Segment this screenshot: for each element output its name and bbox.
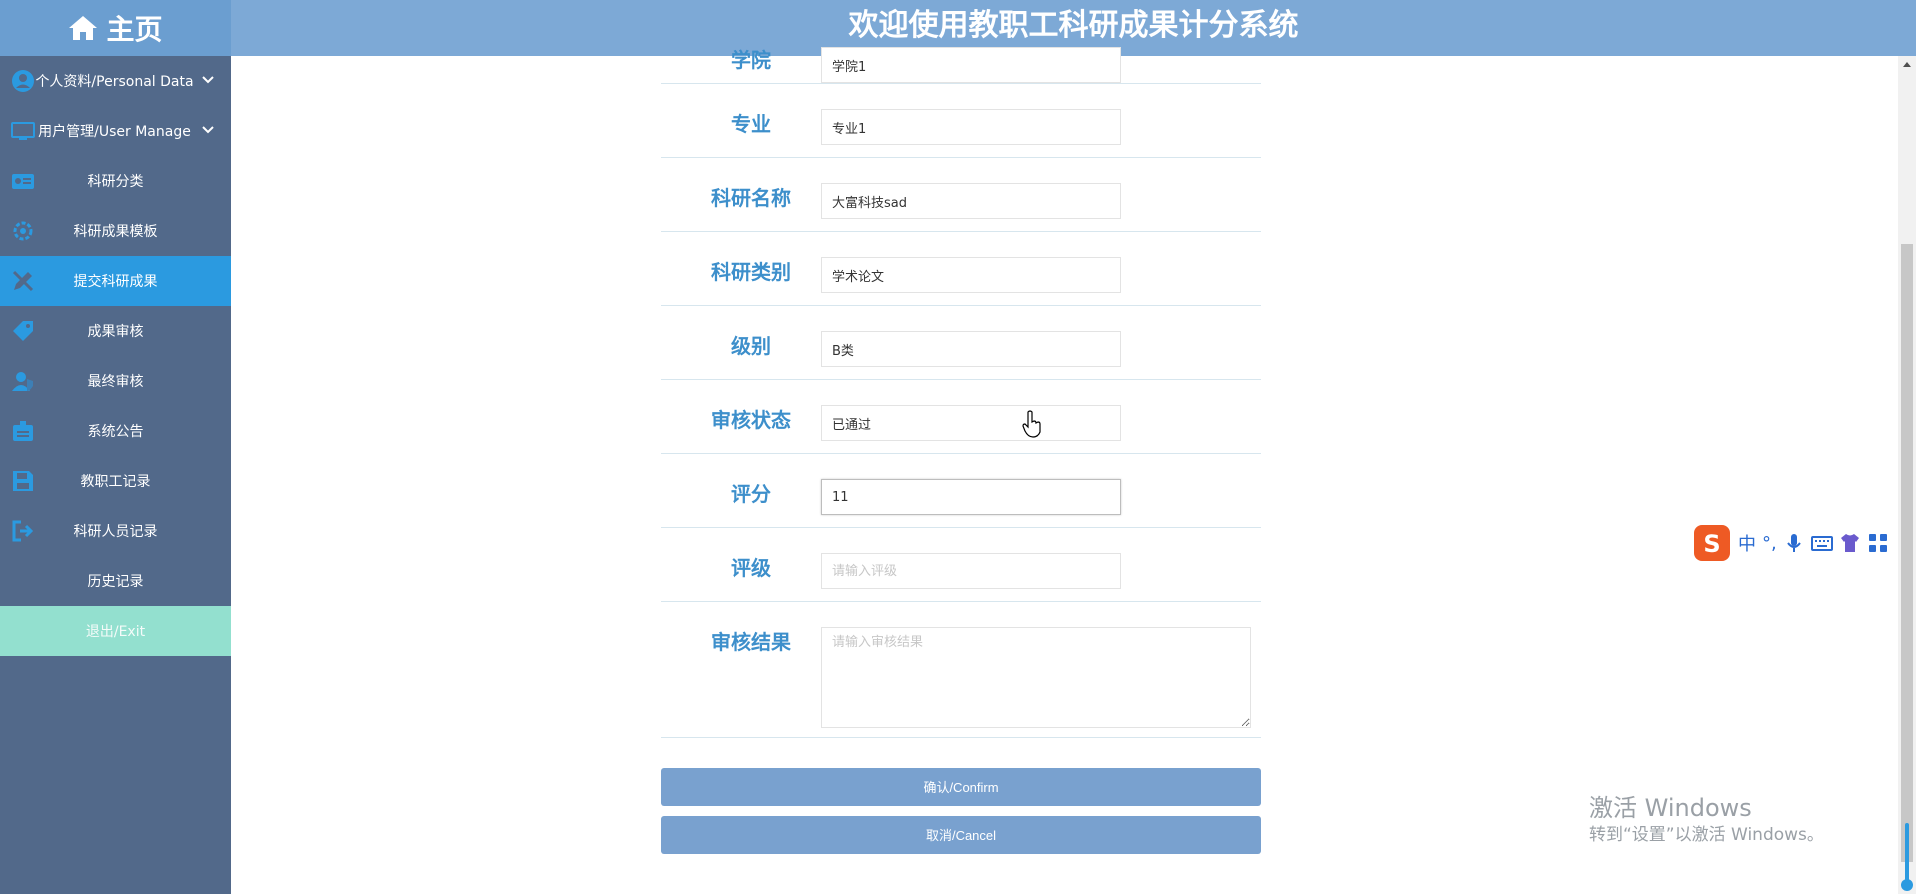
gear-icon: [13, 221, 33, 241]
form-row-review-result: 审核结果: [661, 602, 1261, 738]
ime-toolbar[interactable]: S 中 °,: [1692, 523, 1916, 563]
sidebar-item-submit-research[interactable]: 提交科研成果: [0, 256, 231, 306]
page-scrollbar[interactable]: [1898, 56, 1916, 894]
field-label: 级别: [731, 334, 771, 358]
scroll-up-arrow-icon[interactable]: [1898, 56, 1916, 74]
keyboard-icon[interactable]: [1810, 532, 1833, 554]
home-icon: [69, 16, 98, 40]
sidebar-item-label: 科研人员记录: [73, 524, 158, 540]
pencil-ruler-icon: [12, 270, 34, 292]
home-link[interactable]: 主页: [0, 0, 231, 56]
sogou-logo-icon[interactable]: S: [1692, 523, 1732, 563]
research-name-input[interactable]: [821, 183, 1121, 219]
user-shield-icon: [12, 372, 33, 391]
form-row-research-type: 科研类别: [661, 232, 1261, 306]
sidebar-item-label: 成果审核: [87, 324, 144, 340]
microphone-icon[interactable]: [1783, 532, 1805, 554]
form-row-research-name: 科研名称: [661, 158, 1261, 232]
sidebar-item-personal-data[interactable]: 个人资料/Personal Data: [0, 56, 231, 106]
college-input[interactable]: [821, 47, 1121, 83]
tags-icon: [13, 321, 33, 341]
sidebar-item-final-review[interactable]: 最终审核: [0, 356, 231, 406]
rating-input[interactable]: [821, 553, 1121, 589]
field-label: 审核状态: [711, 408, 791, 432]
watermark-line-1: 激活 Windows: [1589, 794, 1752, 822]
sidebar-item-result-review[interactable]: 成果审核: [0, 306, 231, 356]
skin-shirt-icon[interactable]: [1839, 532, 1861, 554]
sidebar-item-announcement[interactable]: 系统公告: [0, 406, 231, 456]
thermometer-icon: [1901, 823, 1913, 891]
field-label: 科研名称: [711, 186, 791, 210]
id-card-icon: [12, 174, 34, 189]
scroll-thumb[interactable]: [1901, 244, 1913, 862]
major-input[interactable]: [821, 109, 1121, 145]
sidebar-item-label: 科研分类: [87, 174, 144, 190]
sidebar-item-exit[interactable]: 退出/Exit: [0, 606, 231, 656]
field-label: 专业: [731, 112, 771, 136]
ime-mode-toggle[interactable]: 中: [1738, 530, 1756, 556]
form-row-review-status: 审核状态: [661, 380, 1261, 454]
ime-punctuation-toggle[interactable]: °,: [1762, 533, 1777, 554]
sidebar-item-history[interactable]: 历史记录: [0, 556, 231, 606]
confirm-button[interactable]: 确认/Confirm: [661, 768, 1261, 806]
sidebar-item-research-category[interactable]: 科研分类: [0, 156, 231, 206]
sidebar-item-label: 个人资料/Personal Data: [35, 74, 194, 90]
sidebar-item-label: 最终审核: [87, 374, 144, 390]
sidebar-item-researcher-record[interactable]: 科研人员记录: [0, 506, 231, 556]
windows-activation-watermark: 激活 Windows 转到“设置”以激活 Windows。: [1589, 793, 1824, 847]
sidebar-item-label: 科研成果模板: [73, 224, 158, 240]
chevron-down-icon: [202, 76, 214, 84]
cancel-button[interactable]: 取消/Cancel: [661, 816, 1261, 854]
sidebar-item-label: 提交科研成果: [73, 274, 158, 290]
field-label: 评级: [731, 556, 771, 580]
field-label: 审核结果: [711, 630, 791, 654]
review-result-textarea[interactable]: [821, 627, 1251, 728]
sidebar: 个人资料/Personal Data 用户管理/User Manage 科研分类…: [0, 56, 231, 894]
field-label: 科研类别: [711, 260, 791, 284]
sidebar-item-research-template[interactable]: 科研成果模板: [0, 206, 231, 256]
form-row-rating: 评级: [661, 528, 1261, 602]
monitor-icon: [11, 122, 35, 140]
sidebar-item-label: 系统公告: [87, 424, 144, 440]
field-label: 学院: [731, 48, 771, 72]
sign-out-icon: [12, 520, 34, 542]
sidebar-item-label: 退出/Exit: [85, 624, 146, 640]
sidebar-item-label: 用户管理/User Manage: [38, 124, 191, 140]
save-icon: [13, 471, 33, 491]
sidebar-item-label: 教职工记录: [80, 474, 151, 490]
form-row-level: 级别: [661, 306, 1261, 380]
watermark-line-2: 转到“设置”以激活 Windows。: [1589, 825, 1824, 845]
score-input[interactable]: [821, 479, 1121, 515]
chevron-down-icon: [202, 126, 214, 134]
form-row-score: 评分: [661, 454, 1261, 528]
sidebar-item-label: 历史记录: [87, 574, 144, 590]
id-badge-icon: [13, 421, 33, 441]
sidebar-item-user-manage[interactable]: 用户管理/User Manage: [0, 106, 231, 156]
review-status-input[interactable]: [821, 405, 1121, 441]
form-row-major: 专业: [661, 84, 1261, 158]
toolbox-grid-icon[interactable]: [1867, 532, 1889, 554]
sidebar-item-staff-record[interactable]: 教职工记录: [0, 456, 231, 506]
research-type-input[interactable]: [821, 257, 1121, 293]
field-label: 评分: [731, 482, 771, 506]
user-circle-icon: [12, 70, 34, 92]
home-label: 主页: [106, 13, 163, 46]
level-input[interactable]: [821, 331, 1121, 367]
svg-text:S: S: [1703, 530, 1720, 558]
form-row-college: 学院: [661, 10, 1261, 84]
hand-cursor-icon: [1022, 410, 1041, 438]
